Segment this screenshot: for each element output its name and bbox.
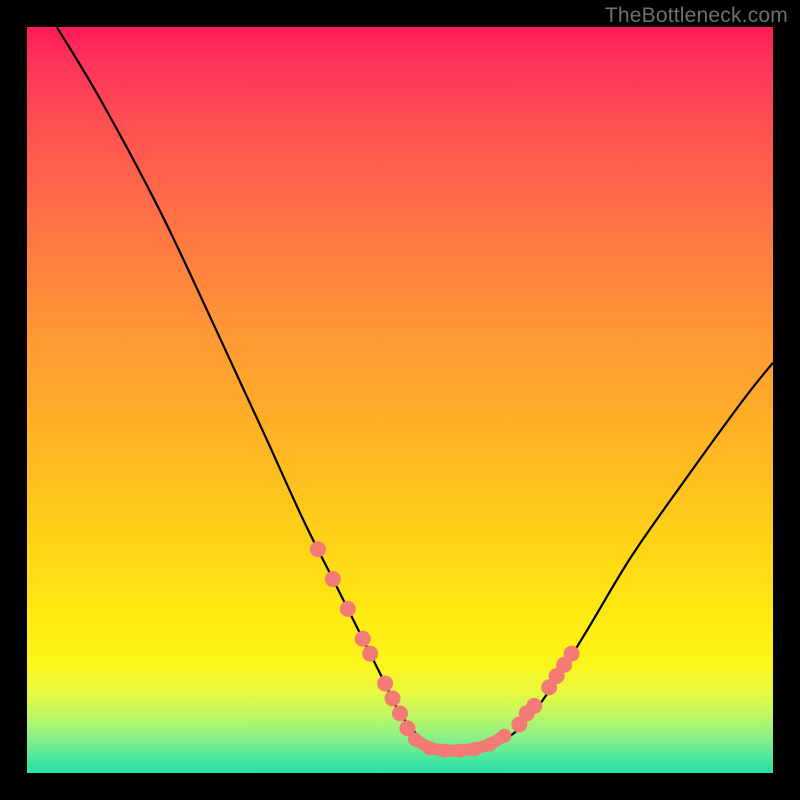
highlight-dot [408,732,422,746]
highlight-dot [497,729,511,743]
highlight-dot [438,744,452,758]
highlight-dot [377,675,393,691]
highlight-dot [362,646,378,662]
chart-area [27,27,773,773]
highlight-dot [392,705,408,721]
bottleneck-curve [57,27,773,752]
highlight-dots [310,541,580,757]
highlight-dot [385,690,401,706]
watermark-text: TheBottleneck.com [605,4,788,28]
highlight-dot [355,631,371,647]
highlight-dot [526,698,542,714]
highlight-dot [564,646,580,662]
chart-svg [27,27,773,773]
highlight-dot [325,571,341,587]
highlight-dot [453,744,467,758]
highlight-dot [310,541,326,557]
highlight-dot [340,601,356,617]
highlight-dot [483,738,497,752]
highlight-dot [423,741,437,755]
highlight-dot [468,742,482,756]
